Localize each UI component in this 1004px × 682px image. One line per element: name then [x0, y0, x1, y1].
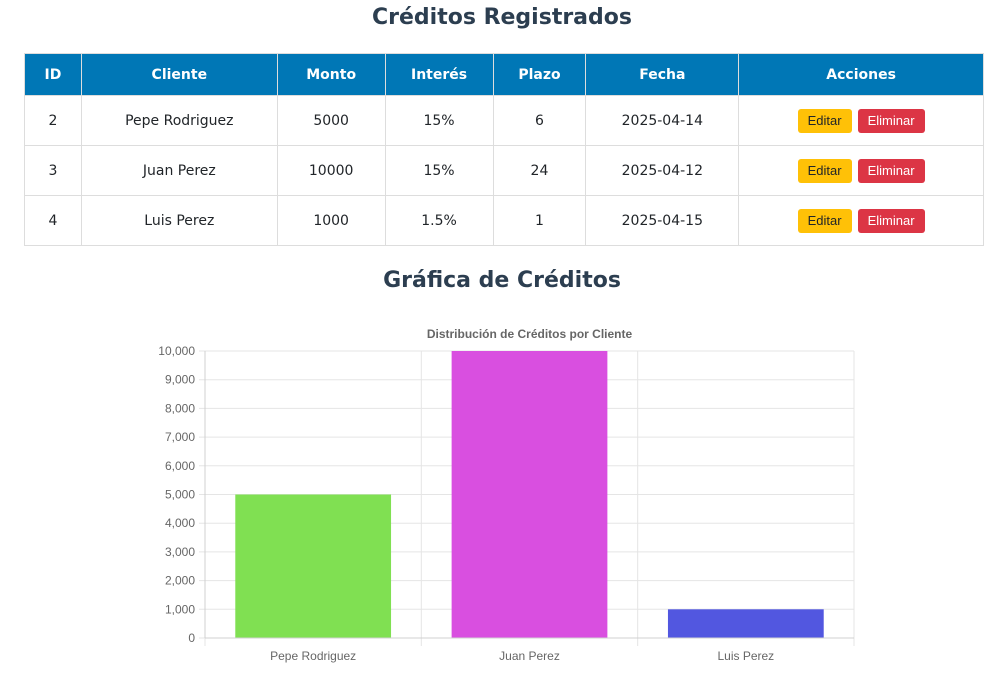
- x-tick-label: Juan Perez: [499, 649, 560, 663]
- y-tick-label: 6,000: [165, 459, 195, 473]
- column-header-acciones: Acciones: [738, 53, 984, 96]
- cell-plazo: 24: [492, 145, 587, 196]
- credits-table: ID Cliente Monto Interés Plazo Fecha Acc…: [24, 53, 984, 246]
- y-tick-label: 8,000: [165, 401, 195, 415]
- column-header-id: ID: [24, 53, 82, 96]
- cell-monto: 1000: [276, 195, 386, 246]
- cell-monto: 5000: [276, 95, 386, 146]
- cell-acciones: Editar Eliminar: [738, 145, 984, 196]
- cell-cliente: Pepe Rodriguez: [80, 95, 278, 146]
- y-tick-label: 10,000: [158, 344, 195, 358]
- cell-acciones: Editar Eliminar: [738, 195, 984, 246]
- cell-fecha: 2025-04-15: [585, 195, 740, 246]
- table-row: 3 Juan Perez 10000 15% 24 2025-04-12 Edi…: [24, 145, 984, 196]
- y-tick-label: 1,000: [165, 602, 195, 616]
- bar: [235, 494, 392, 638]
- cell-cliente: Luis Perez: [80, 195, 278, 246]
- page-title: Créditos Registrados: [371, 5, 632, 30]
- cell-interes: 15%: [384, 145, 494, 196]
- y-tick-label: 7,000: [165, 430, 195, 444]
- chart-section-title: Gráfica de Créditos: [383, 268, 621, 293]
- chart-title: Distribución de Créditos por Cliente: [427, 327, 633, 341]
- edit-button[interactable]: Editar: [797, 158, 852, 183]
- y-tick-label: 4,000: [165, 516, 195, 530]
- y-tick-label: 0: [188, 631, 195, 645]
- column-header-interes: Interés: [384, 53, 494, 96]
- cell-fecha: 2025-04-12: [585, 145, 740, 196]
- edit-button[interactable]: Editar: [797, 108, 852, 133]
- cell-plazo: 1: [492, 195, 587, 246]
- delete-button[interactable]: Eliminar: [857, 108, 925, 133]
- column-header-cliente: Cliente: [80, 53, 278, 96]
- y-tick-label: 2,000: [165, 574, 195, 588]
- y-tick-label: 5,000: [165, 488, 195, 502]
- x-tick-label: Pepe Rodriguez: [270, 649, 356, 663]
- cell-acciones: Editar Eliminar: [738, 95, 984, 146]
- table-row: 2 Pepe Rodriguez 5000 15% 6 2025-04-14 E…: [24, 95, 984, 146]
- bar: [667, 609, 824, 638]
- cell-interes: 15%: [384, 95, 494, 146]
- y-tick-label: 9,000: [165, 373, 195, 387]
- cell-monto: 10000: [276, 145, 386, 196]
- x-tick-label: Luis Perez: [717, 649, 774, 663]
- cell-id: 3: [24, 145, 82, 196]
- column-header-fecha: Fecha: [585, 53, 740, 96]
- cell-interes: 1.5%: [384, 195, 494, 246]
- bar: [451, 351, 608, 638]
- table-row: 4 Luis Perez 1000 1.5% 1 2025-04-15 Edit…: [24, 195, 984, 246]
- cell-plazo: 6: [492, 95, 587, 146]
- credits-chart: Distribución de Créditos por Cliente 0 1,0…: [0, 318, 1004, 678]
- cell-cliente: Juan Perez: [80, 145, 278, 196]
- table-header-row: ID Cliente Monto Interés Plazo Fecha Acc…: [24, 53, 984, 96]
- delete-button[interactable]: Eliminar: [857, 158, 925, 183]
- cell-id: 2: [24, 95, 82, 146]
- bar-chart: Distribución de Créditos por Cliente 0 1,0…: [158, 327, 855, 663]
- edit-button[interactable]: Editar: [797, 208, 852, 233]
- column-header-monto: Monto: [276, 53, 386, 96]
- column-header-plazo: Plazo: [492, 53, 587, 96]
- cell-fecha: 2025-04-14: [585, 95, 740, 146]
- delete-button[interactable]: Eliminar: [857, 208, 925, 233]
- y-tick-label: 3,000: [165, 545, 195, 559]
- cell-id: 4: [24, 195, 82, 246]
